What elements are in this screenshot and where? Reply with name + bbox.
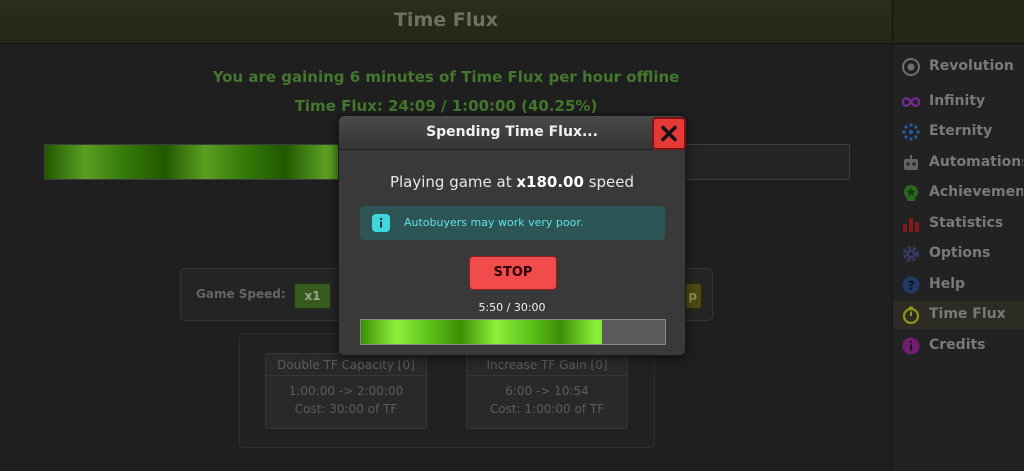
playing-speed-text: Playing game at x180.00 speed <box>339 173 685 191</box>
bar-chart-icon <box>903 218 919 232</box>
upgrade-title: Double TF Capacity [0] <box>266 354 426 376</box>
sidebar-item-label: Credits <box>929 337 986 353</box>
spending-time-flux-modal: Spending Time Flux... Playing game at x1… <box>338 115 686 356</box>
header-corner <box>892 0 1024 44</box>
close-icon <box>661 125 677 142</box>
speed-prefix: Playing game at <box>389 173 517 191</box>
infinity-icon <box>902 97 920 107</box>
award-icon <box>904 185 918 201</box>
sidebar-item-label: Automations <box>929 154 1023 170</box>
sidebar-item-revolution[interactable]: Revolution <box>893 53 1024 81</box>
sidebar-item-label: Achievements <box>929 184 1023 200</box>
modal-progress-text: 5:50 / 30:00 <box>478 301 546 314</box>
upgrade-cost: Cost: 30:00 of TF <box>294 402 398 416</box>
modal-progress-fill <box>361 320 603 344</box>
sidebar-item-time-flux[interactable]: Time Flux <box>893 301 1024 329</box>
sidebar-item-infinity[interactable]: Infinity <box>893 88 1024 116</box>
info-alert-text: Autobuyers may work very poor. <box>404 216 584 229</box>
upgrade-effect: 6:00 -> 10:54 <box>505 384 589 398</box>
time-flux-progress-fill <box>45 145 369 179</box>
sidebar-item-label: Eternity <box>929 123 993 139</box>
sidebar-item-label: Options <box>929 245 991 261</box>
question-icon: ? <box>902 276 920 294</box>
time-flux-amount: Time Flux: 24:09 / 1:00:00 (40.25%) <box>294 97 598 115</box>
sidebar-item-label: Help <box>929 276 966 292</box>
svg-text:?: ? <box>908 279 915 293</box>
speed-x1-button[interactable]: x1 <box>294 283 331 309</box>
close-button[interactable] <box>652 117 686 150</box>
modal-title: Spending Time Flux... <box>426 124 598 140</box>
upgrade-increase-gain[interactable]: Increase TF Gain [0] 6:00 -> 10:54 Cost:… <box>466 353 628 429</box>
gear-icon <box>903 246 919 262</box>
sidebar-item-label: Revolution <box>929 58 1014 74</box>
sidebar-item-automations[interactable]: Automations <box>893 149 1024 177</box>
modal-header: Spending Time Flux... <box>339 116 685 150</box>
sidebar-item-label: Infinity <box>929 93 986 109</box>
sidebar-item-achievements[interactable]: Achievements <box>893 179 1024 207</box>
upgrade-cost: Cost: 1:00:00 of TF <box>489 402 605 416</box>
speed-suffix: speed <box>583 173 635 191</box>
top-header: Time Flux <box>0 0 892 44</box>
sidebar-item-help[interactable]: ? Help <box>893 271 1024 299</box>
dots-ring-icon <box>902 123 920 141</box>
sidebar-item-statistics[interactable]: Statistics <box>893 210 1024 238</box>
info-icon <box>902 337 920 355</box>
upgrade-effect: 1:00:00 -> 2:00:00 <box>288 384 404 398</box>
sidebar-item-label: Statistics <box>929 215 1004 231</box>
modal-progress-bar <box>360 319 666 345</box>
sidebar-item-eternity[interactable]: Eternity <box>893 118 1024 146</box>
info-alert: Autobuyers may work very poor. <box>360 206 665 240</box>
speed-value: x180.00 <box>516 173 584 191</box>
robot-icon <box>904 155 918 170</box>
upgrade-double-capacity[interactable]: Double TF Capacity [0] 1:00:00 -> 2:00:0… <box>265 353 427 429</box>
sidebar-item-label: Time Flux <box>929 306 1006 322</box>
sidebar-item-options[interactable]: Options <box>893 240 1024 268</box>
sidebar-item-credits[interactable]: Credits <box>893 332 1024 360</box>
stop-button[interactable]: STOP <box>469 256 557 290</box>
game-speed-label: Game Speed: <box>196 287 286 301</box>
stopwatch-icon <box>902 306 920 324</box>
page-title: Time Flux <box>393 9 499 31</box>
upgrade-title: Increase TF Gain [0] <box>467 354 627 376</box>
offline-gain-text: You are gaining 6 minutes of Time Flux p… <box>212 68 680 86</box>
circle-target-icon <box>902 58 920 76</box>
sidebar: Revolution Infinity Eternity Automations <box>892 45 1024 471</box>
info-icon <box>372 214 390 232</box>
